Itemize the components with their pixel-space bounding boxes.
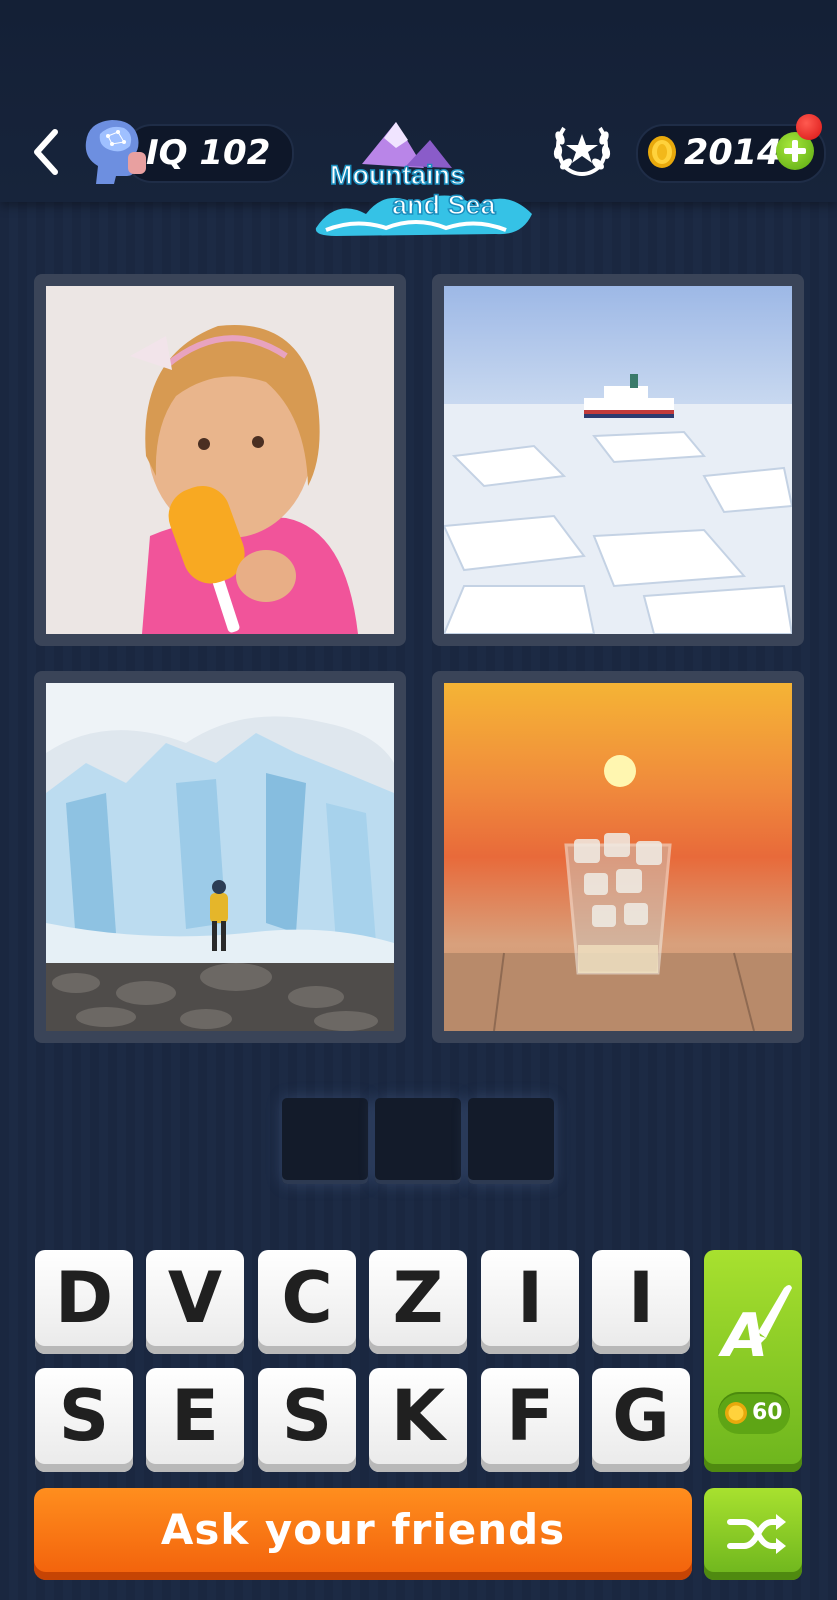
letter-key[interactable]: E (146, 1368, 244, 1472)
letter-key[interactable]: S (35, 1368, 133, 1472)
notification-dot (796, 114, 822, 140)
letter-key[interactable]: S (258, 1368, 356, 1472)
letter-key[interactable]: I (592, 1250, 690, 1354)
hint-cost: 60 (752, 1400, 783, 1425)
photo-tile-1[interactable] (34, 274, 406, 646)
brain-head-icon (85, 120, 146, 184)
chevron-left-icon (34, 129, 58, 175)
answer-slots (278, 1094, 559, 1186)
letter-key[interactable]: F (481, 1368, 579, 1472)
photo-tile-4[interactable] (432, 671, 804, 1043)
letter-paintbrush-icon: A (718, 1285, 792, 1371)
letter-key[interactable]: I (481, 1250, 579, 1354)
letter-key[interactable]: Z (369, 1250, 467, 1354)
photo-ship-ice-field (444, 286, 792, 634)
answer-slot-2[interactable] (375, 1098, 461, 1184)
answer-slot-1[interactable] (282, 1098, 368, 1184)
photo-ice-glass-sunset (444, 683, 792, 1031)
shuffle-button[interactable] (704, 1488, 802, 1580)
reveal-letter-hint-button[interactable]: A (704, 1250, 802, 1472)
letter-key[interactable]: K (369, 1368, 467, 1472)
letter-key[interactable]: V (146, 1250, 244, 1354)
level-pack-title-line2: and Sea (391, 189, 496, 221)
laurel-star-icon[interactable] (550, 120, 614, 178)
photo-girl-popsicle (46, 286, 394, 634)
letter-key[interactable]: G (592, 1368, 690, 1472)
iq-score: IQ 102 (146, 133, 271, 173)
svg-text:A: A (718, 1301, 768, 1371)
ask-friends-button[interactable]: Ask your friends (34, 1488, 692, 1580)
letter-key[interactable]: D (35, 1250, 133, 1354)
coin-icon (648, 136, 676, 168)
photo-tile-3[interactable] (34, 671, 406, 1043)
photo-glacier-hiker (46, 683, 394, 1031)
letter-key[interactable]: C (258, 1250, 356, 1354)
shuffle-icon (727, 1514, 786, 1554)
level-pack-title-line1: Mountains (329, 159, 466, 191)
coin-count: 2014 (684, 133, 782, 173)
answer-slot-3[interactable] (468, 1098, 554, 1184)
coin-icon (725, 1402, 747, 1424)
photo-tile-2[interactable] (432, 274, 804, 646)
back-button[interactable] (26, 126, 66, 178)
